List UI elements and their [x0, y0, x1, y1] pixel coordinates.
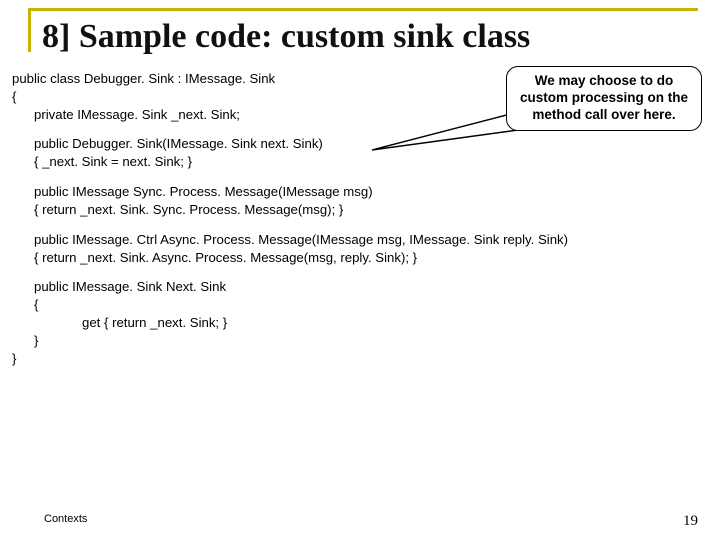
page-number: 19: [683, 513, 698, 530]
code-line: { _next. Sink = next. Sink; }: [12, 153, 708, 171]
footer: Contexts 19: [0, 513, 720, 530]
code-line: public IMessage. Ctrl Async. Process. Me…: [12, 231, 708, 249]
callout-text: We may choose to do custom processing on…: [520, 73, 688, 122]
footer-left: Contexts: [44, 513, 87, 530]
code-line: public IMessage Sync. Process. Message(I…: [12, 183, 708, 201]
callout-bubble: We may choose to do custom processing on…: [506, 66, 702, 131]
code-line: public IMessage. Sink Next. Sink: [12, 278, 708, 296]
code-line: {: [12, 296, 708, 314]
slide-title: 8] Sample code: custom sink class: [42, 14, 530, 56]
code-line: }: [12, 332, 708, 350]
code-line: }: [12, 350, 708, 368]
code-line: { return _next. Sink. Async. Process. Me…: [12, 249, 708, 267]
callout-pointer: [370, 100, 520, 160]
code-line: { return _next. Sink. Sync. Process. Mes…: [12, 201, 708, 219]
code-line: get { return _next. Sink; }: [12, 314, 708, 332]
title-area: 8] Sample code: custom sink class: [0, 0, 720, 64]
code-line: public Debugger. Sink(IMessage. Sink nex…: [12, 135, 708, 153]
